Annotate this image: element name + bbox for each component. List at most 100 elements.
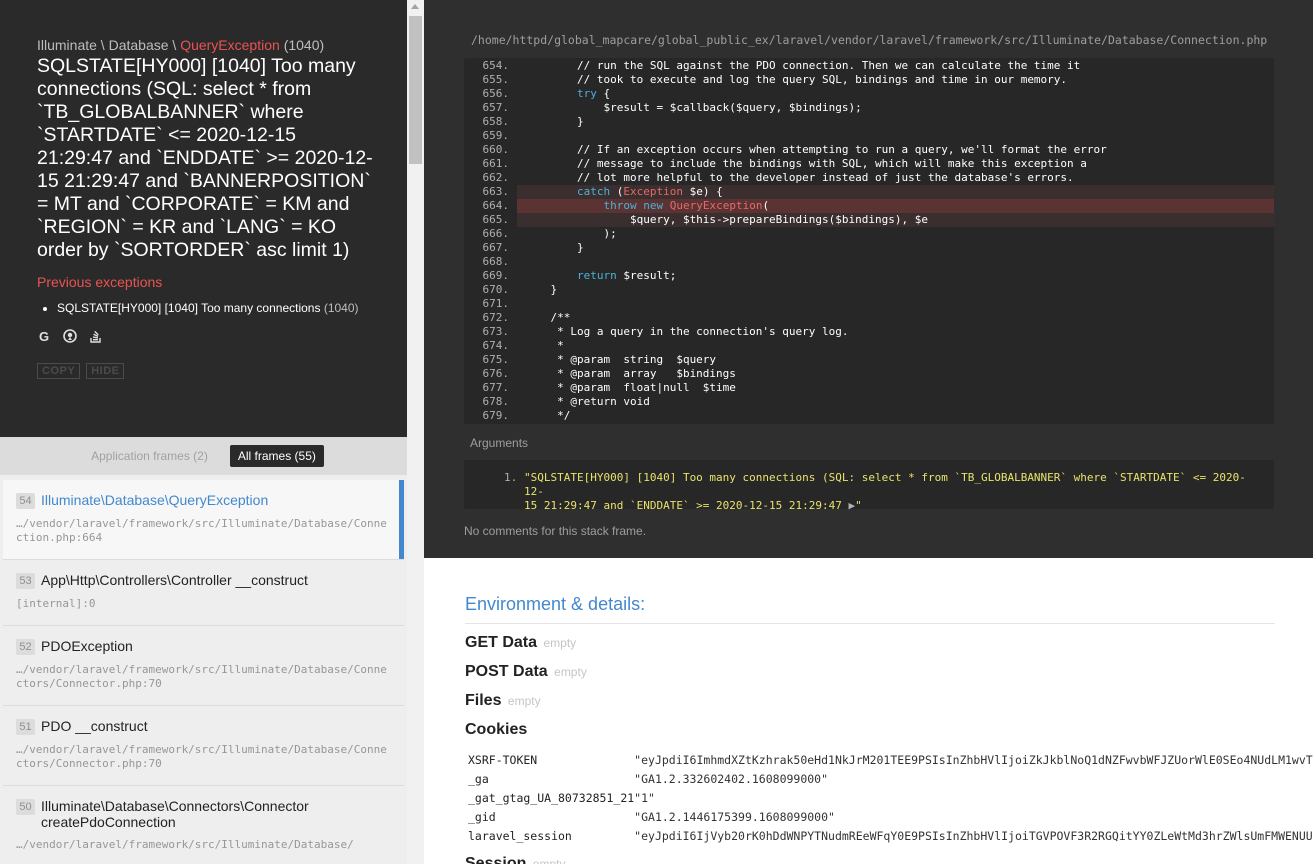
line-source: // If an exception occurs when attemptin… <box>524 143 1107 156</box>
code-line: 675. * @param string $query <box>464 353 1274 367</box>
previous-exceptions-list: SQLSTATE[HY000] [1040] Too many connecti… <box>57 301 407 315</box>
line-source: } <box>524 241 584 254</box>
code-line: 660. // If an exception occurs when atte… <box>464 143 1274 157</box>
cookie-row: _gat_gtag_UA_80732851_21 "1" <box>468 789 1313 808</box>
code-line: 678. * @return void <box>464 395 1274 409</box>
frames-list: 54 Illuminate\Database\QueryException …/… <box>3 480 404 864</box>
tab-application-frames[interactable]: Application frames (2) <box>83 445 216 467</box>
google-icon[interactable]: G <box>37 329 51 344</box>
frame-item[interactable]: 51 PDO __construct …/vendor/laravel/fram… <box>3 706 404 786</box>
frame-index: 50 <box>16 799 35 815</box>
frame-class: Illuminate\Database\Connectors\Connector… <box>41 798 309 830</box>
line-number: 667. <box>482 241 510 254</box>
line-number: 655. <box>482 73 510 86</box>
frame-item[interactable]: 54 Illuminate\Database\QueryException …/… <box>3 480 404 560</box>
duckduckgo-icon[interactable] <box>63 329 77 343</box>
arguments-block: 1. "SQLSTATE[HY000] [1040] Too many conn… <box>464 460 1274 512</box>
line-source: catch (Exception $e) { <box>517 185 1274 199</box>
exception-code: (1040) <box>283 37 325 53</box>
frame-file: …/vendor/laravel/framework/src/Illuminat… <box>16 663 387 690</box>
line-number: 658. <box>482 115 510 128</box>
code-line: 659. <box>464 129 1274 143</box>
line-source <box>517 297 1274 311</box>
previous-exceptions-title: Previous exceptions <box>37 274 163 290</box>
code-line: 669. return $result; <box>464 269 1274 283</box>
line-source: * @return void <box>524 395 650 408</box>
tab-all-frames[interactable]: All frames (55) <box>229 445 324 467</box>
line-number: 663. <box>482 185 510 198</box>
argument-number: 1. <box>504 471 518 484</box>
line-source: * @param array $bindings <box>524 367 736 380</box>
code-line: 671. <box>464 297 1274 311</box>
scroll-up-arrow-icon[interactable] <box>411 4 419 9</box>
exception-message: SQLSTATE[HY000] [1040] Too many connecti… <box>37 55 373 261</box>
line-number: 673. <box>482 325 510 338</box>
line-source: */ <box>524 409 571 422</box>
frame-class: PDOException <box>41 638 133 654</box>
line-source: } <box>524 115 584 128</box>
line-source <box>517 255 1274 269</box>
frame-class: Illuminate\Database\QueryException <box>41 492 269 508</box>
cookie-row: _ga "GA1.2.332602402.1608099000" <box>468 770 1313 789</box>
line-source: // message to include the bindings with … <box>524 157 1087 170</box>
empty-label: empty <box>543 636 577 650</box>
code-line: 676. * @param array $bindings <box>464 367 1274 381</box>
cookie-key: _gid <box>468 810 496 824</box>
line-source: throw new QueryException( <box>517 199 1274 213</box>
code-line: 674. * <box>464 339 1274 353</box>
header-buttons: COPY HIDE <box>37 363 407 379</box>
scrollbar-thumb[interactable] <box>409 16 422 164</box>
no-comments-text: No comments for this stack frame. <box>464 524 647 538</box>
code-file-path: /home/httpd/global_mapcare/global_public… <box>471 33 1268 47</box>
environment-title: Environment & details: <box>465 594 1275 624</box>
empty-label: empty <box>532 857 566 864</box>
cookies-table: XSRF-TOKEN "eyJpdiI6ImhmdXZtKzhrak50eHd1N… <box>468 751 1313 846</box>
line-number: 659. <box>482 129 510 142</box>
line-number: 679. <box>482 409 510 422</box>
code-panel: /home/httpd/global_mapcare/global_public… <box>424 0 1313 558</box>
copy-button[interactable]: COPY <box>37 363 81 379</box>
line-number: 662. <box>482 171 510 184</box>
cookie-key: _ga <box>468 772 489 786</box>
argument-line-1: "SQLSTATE[HY000] [1040] Too many connect… <box>524 471 1246 498</box>
cookie-key: XSRF-TOKEN <box>468 753 538 767</box>
frame-item[interactable]: 50 Illuminate\Database\Connectors\Connec… <box>3 786 404 864</box>
line-number: 670. <box>482 283 510 296</box>
line-number: 677. <box>482 381 510 394</box>
code-line: 661. // message to include the bindings … <box>464 157 1274 171</box>
line-number: 669. <box>482 269 510 282</box>
line-source: // took to execute and log the query SQL… <box>524 73 1068 86</box>
stackoverflow-icon[interactable] <box>89 329 103 343</box>
line-source: // lot more helpful to the developer ins… <box>524 171 1074 184</box>
line-number: 664. <box>482 199 510 212</box>
frame-item[interactable]: 52 PDOException …/vendor/laravel/framewo… <box>3 626 404 706</box>
empty-label: empty <box>507 694 541 708</box>
exception-namespace: Illuminate \ Database \ <box>37 37 181 53</box>
hide-button[interactable]: HIDE <box>86 363 125 379</box>
environment-details: Environment & details: GET Data empty PO… <box>465 594 1313 864</box>
cookie-key: laravel_session <box>468 829 572 843</box>
code-line: 673. * Log a query in the connection's q… <box>464 325 1274 339</box>
frame-item[interactable]: 53 App\Http\Controllers\Controller __con… <box>3 560 404 626</box>
line-number: 665. <box>482 213 510 226</box>
code-line: 657. $result = $callback($query, $bindin… <box>464 101 1274 115</box>
search-icons: G <box>37 329 407 344</box>
line-source <box>517 129 1274 143</box>
line-source: /** <box>524 311 571 324</box>
left-scrollbar[interactable] <box>407 0 424 864</box>
cookies-section: Cookies <box>465 721 528 738</box>
argument-line-2: 15 21:29:47 and `ENDDATE` >= 2020-12-15 … <box>524 499 849 512</box>
line-number: 666. <box>482 227 510 240</box>
code-line: 677. * @param float|null $time <box>464 381 1274 395</box>
line-source: // run the SQL against the PDO connectio… <box>524 59 1081 72</box>
code-line: 670. } <box>464 283 1274 297</box>
arguments-title: Arguments <box>470 436 529 450</box>
exception-class-name: QueryException <box>180 37 280 53</box>
frame-index: 51 <box>16 719 35 735</box>
frame-file: …/vendor/laravel/framework/src/Illuminat… <box>16 743 387 770</box>
code-line: 666. ); <box>464 227 1274 241</box>
line-number: 660. <box>482 143 510 156</box>
code-line: 667. } <box>464 241 1274 255</box>
left-panel: Illuminate \ Database \ QueryException (… <box>0 0 424 864</box>
code-line: 679. */ <box>464 409 1274 423</box>
